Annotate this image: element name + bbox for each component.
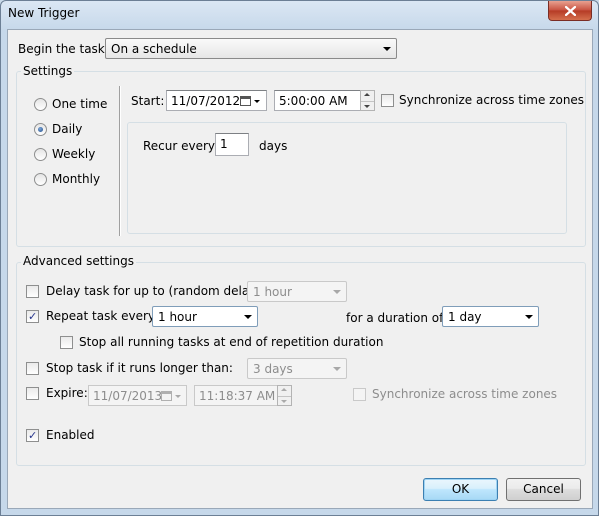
begin-task-dropdown[interactable]: On a schedule — [105, 38, 397, 59]
chevron-down-icon — [244, 315, 252, 319]
expire-time-value: 11:18:37 AM — [199, 389, 276, 403]
start-date-value: 11/07/2012 — [171, 94, 241, 108]
expire-sync-checkbox[interactable] — [353, 388, 366, 401]
calendar-icon[interactable] — [240, 95, 262, 107]
delay-task-checkbox[interactable] — [26, 285, 39, 298]
spin-up-icon — [364, 93, 370, 96]
spin-up-icon — [281, 388, 287, 391]
recur-days-value: 1 — [220, 137, 228, 151]
expire-date-picker[interactable]: 11/07/2013 — [88, 385, 187, 406]
radio-one-time[interactable] — [34, 98, 47, 111]
stop-if-longer-checkbox[interactable] — [26, 362, 39, 375]
repeat-task-checkbox[interactable]: ✓ — [26, 310, 39, 323]
delay-task-label: Delay task for up to (random delay): — [46, 284, 266, 298]
stop-if-longer-label: Stop task if it runs longer than: — [46, 361, 233, 375]
start-time-spinner[interactable] — [360, 90, 375, 111]
start-time-field[interactable]: 5:00:00 AM — [274, 90, 361, 111]
duration-dropdown[interactable]: 1 day — [442, 306, 539, 327]
radio-daily[interactable] — [34, 123, 47, 136]
sync-time-zones-checkbox[interactable] — [381, 94, 394, 107]
cancel-button[interactable]: Cancel — [506, 478, 581, 501]
spinner-divider — [278, 395, 291, 397]
chevron-down-icon — [525, 315, 533, 319]
stop-all-tasks-checkbox[interactable] — [60, 336, 73, 349]
radio-weekly-label: Weekly — [52, 147, 96, 161]
stop-if-longer-dropdown[interactable]: 3 days — [247, 358, 347, 379]
radio-daily-label: Daily — [52, 122, 83, 136]
sync-time-zones-label: Synchronize across time zones — [399, 93, 585, 107]
radio-monthly-label: Monthly — [52, 172, 101, 186]
start-date-picker[interactable]: 11/07/2012 — [166, 90, 267, 111]
check-icon: ✓ — [28, 429, 38, 442]
check-icon: ✓ — [28, 310, 38, 323]
expire-checkbox[interactable] — [26, 387, 39, 400]
calendar-icon[interactable] — [161, 390, 183, 402]
settings-group-title: Settings — [21, 64, 75, 78]
repeat-task-label: Repeat task every: — [46, 309, 159, 323]
enabled-label: Enabled — [46, 428, 95, 442]
duration-value: 1 day — [448, 310, 482, 324]
spin-down-icon — [364, 105, 370, 108]
radio-one-time-label: One time — [52, 97, 108, 111]
expire-time-spinner[interactable] — [277, 385, 292, 406]
enabled-checkbox[interactable]: ✓ — [26, 429, 39, 442]
expire-time-field[interactable]: 11:18:37 AM — [194, 385, 278, 406]
recur-days-input[interactable]: 1 — [215, 133, 249, 156]
chevron-down-icon — [333, 367, 341, 371]
radio-selected-dot — [38, 127, 43, 132]
expire-date-value: 11/07/2013 — [93, 389, 163, 403]
close-button[interactable] — [548, 1, 592, 21]
radio-weekly[interactable] — [34, 148, 47, 161]
chevron-down-icon — [383, 47, 391, 51]
window-title: New Trigger — [8, 6, 80, 20]
start-time-value: 5:00:00 AM — [279, 94, 348, 108]
expire-label: Expire: — [46, 386, 88, 400]
stop-if-longer-value: 3 days — [253, 362, 293, 376]
advanced-settings-title: Advanced settings — [21, 254, 136, 268]
radio-monthly[interactable] — [34, 173, 47, 186]
spin-down-icon — [281, 400, 287, 403]
begin-task-value: On a schedule — [111, 42, 197, 56]
duration-label: for a duration of: — [346, 311, 447, 325]
dialog-client-area: Begin the task: On a schedule Settings O… — [7, 29, 593, 509]
recur-every-label: Recur every: — [143, 139, 219, 153]
stop-all-tasks-label: Stop all running tasks at end of repetit… — [79, 335, 384, 349]
start-label: Start: — [131, 94, 165, 108]
close-icon — [564, 5, 576, 16]
repeat-interval-value: 1 hour — [158, 310, 197, 324]
settings-divider — [119, 86, 121, 236]
begin-task-label: Begin the task: — [18, 42, 109, 56]
ok-button[interactable]: OK — [423, 478, 498, 501]
delay-dropdown[interactable]: 1 hour — [247, 281, 347, 302]
delay-value: 1 hour — [253, 285, 292, 299]
chevron-down-icon — [333, 290, 341, 294]
expire-sync-label: Synchronize across time zones — [372, 387, 558, 401]
repeat-interval-dropdown[interactable]: 1 hour — [152, 306, 258, 327]
title-bar: New Trigger — [1, 1, 598, 29]
recur-unit-label: days — [259, 139, 288, 153]
spinner-divider — [361, 100, 374, 102]
